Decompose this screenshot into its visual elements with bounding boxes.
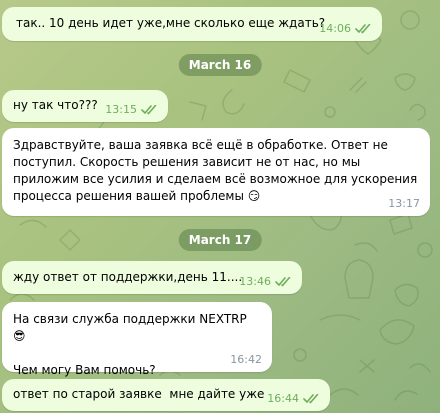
- message-time: 13:17: [388, 197, 420, 210]
- double-check-icon: [275, 276, 291, 286]
- message-time: 13:15: [105, 103, 137, 116]
- message-text: Здравствуйте, ваша заявка всё ещё в обра…: [13, 138, 422, 203]
- double-check-icon: [355, 23, 371, 33]
- message-list: так.. 10 день идет уже,мне сколько еще ж…: [0, 0, 440, 413]
- message-time: 13:46: [239, 275, 271, 288]
- message-time: 16:42: [230, 353, 262, 366]
- message-text: На связи служба поддержки NEXTRP 😎 Чем м…: [13, 312, 247, 377]
- date-label: March 16: [188, 58, 252, 72]
- message-time: 16:44: [267, 392, 299, 405]
- message-meta: 16:44: [267, 390, 320, 407]
- double-check-icon: [141, 104, 157, 114]
- message-meta: 16:42: [230, 351, 262, 368]
- message-meta: 13:46: [239, 273, 292, 290]
- message-bubble-outgoing[interactable]: ответ по старой заявке мне дайте уже 16:…: [2, 379, 330, 411]
- date-label: March 17: [188, 233, 252, 247]
- message-bubble-outgoing[interactable]: так.. 10 день идет уже,мне сколько еще ж…: [2, 7, 382, 41]
- message-meta: 14:06: [319, 20, 372, 37]
- message-bubble-incoming[interactable]: Здравствуйте, ваша заявка всё ещё в обра…: [2, 128, 430, 216]
- message-bubble-outgoing[interactable]: ну так что??? 13:15: [2, 90, 168, 122]
- message-bubble-incoming[interactable]: На связи служба поддержки NEXTRP 😎 Чем м…: [2, 302, 272, 377]
- date-separator: March 17: [178, 229, 262, 251]
- message-bubble-outgoing[interactable]: жду ответ от поддержки,день 11.... 13:46: [2, 261, 302, 294]
- message-meta: 13:17: [388, 195, 420, 212]
- message-time: 14:06: [319, 22, 351, 35]
- double-check-icon: [303, 393, 319, 403]
- message-meta: 13:15: [105, 101, 158, 118]
- date-separator: March 16: [178, 54, 262, 76]
